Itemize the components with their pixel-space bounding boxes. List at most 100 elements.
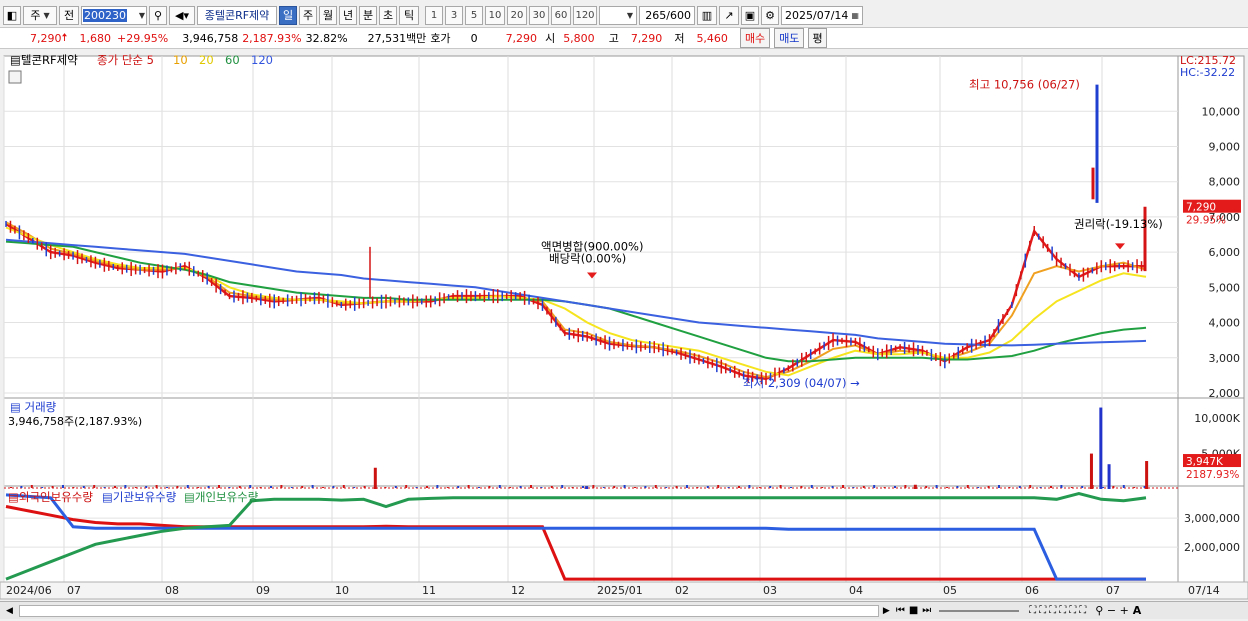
date-field[interactable]: 2025/07/14 ▦ [781, 5, 863, 25]
holdings-tick-label: 2,000,000 [1184, 541, 1240, 554]
period-year-button[interactable]: 년 [339, 5, 357, 25]
interval-10-button[interactable]: 10 [485, 5, 505, 25]
volume-bar [738, 486, 740, 488]
high-label: 고 [608, 32, 619, 45]
search-icon[interactable]: ⚲ [149, 5, 167, 25]
volume-bar [342, 485, 345, 488]
price-panel [3, 55, 1179, 401]
volume-value: 3,946,758 [182, 31, 239, 45]
volume-bar [769, 486, 772, 488]
volume-subtitle: 3,946,758주(2,187.93%) [8, 415, 142, 428]
prev-button[interactable]: 전 [59, 5, 79, 25]
volume-bar [62, 485, 64, 488]
scroll-left-icon[interactable]: ◀ [6, 606, 13, 616]
volume-pct: 2,187.93% [242, 31, 302, 45]
volume-bar [1018, 486, 1021, 488]
stop-icon[interactable]: ■ [909, 605, 918, 616]
indicator-icon[interactable]: ↗ [719, 5, 739, 25]
volume-bar [790, 487, 792, 488]
volume-bar [82, 486, 85, 488]
volume-spike [1089, 453, 1093, 489]
volume-tag-value: 3,947K [1186, 456, 1224, 468]
volume-bar [270, 486, 272, 488]
price-tag-value: 7,290 [1186, 202, 1216, 214]
interval-20-button[interactable]: 20 [507, 5, 527, 25]
price-tick-label: 10,000 [1202, 105, 1241, 118]
legend-item: 종가 단순 5 [97, 53, 154, 67]
scroll-right-icon[interactable]: ▶ [883, 606, 890, 616]
volume-bar [41, 487, 44, 488]
stock-chart[interactable]: 10,0009,0008,0007,0006,0005,0004,0003,00… [0, 52, 1248, 605]
data-count-value: 265 [645, 8, 667, 22]
volume-bar [821, 487, 824, 488]
stock-name: 텔콘RF제약 [214, 9, 270, 22]
volume-bar [852, 487, 855, 488]
volume-bar [977, 487, 980, 488]
volume-bar [946, 487, 948, 488]
volume-bar [800, 486, 803, 488]
tool-icons[interactable]: ⛶⛶⛶⛶⛶⛶ [1029, 605, 1089, 616]
volume-bar [405, 485, 408, 488]
market-label: 주 [30, 9, 41, 22]
date-value: 2025/07/14 [785, 8, 849, 22]
volume-bar [935, 485, 938, 488]
up-arrow-icon: 🠅 [61, 30, 68, 44]
x-tick-label: 07 [67, 584, 81, 597]
scroll-track[interactable] [18, 604, 879, 617]
gear-icon[interactable]: ⚙ [761, 5, 779, 25]
rewind-icon[interactable]: ⏮ [896, 605, 905, 616]
interval-3-button[interactable]: 3 [445, 5, 463, 25]
speaker-icon[interactable]: ◀▾ [169, 5, 195, 25]
screen-menu-icon[interactable]: ◧ [3, 5, 21, 25]
volume-bar [1039, 487, 1042, 488]
save-icon[interactable]: ▣ [741, 5, 759, 25]
period-week-button[interactable]: 주 [299, 5, 317, 25]
stock-code-input[interactable]: 200230 ▼ [81, 5, 147, 25]
data-count-field[interactable]: 265/600 [639, 5, 695, 25]
low-price: 5,460 [696, 31, 728, 45]
interval-5-button[interactable]: 5 [465, 5, 483, 25]
average-button[interactable]: 평 [808, 28, 827, 48]
calendar-icon[interactable]: ▦ [851, 11, 859, 20]
sell-button[interactable]: 매도 [774, 28, 805, 48]
trade-amount: 27,531백만 [367, 32, 427, 45]
chevron-down-icon: ▼ [43, 10, 50, 20]
price-tag-pct: 29.95% [1186, 215, 1226, 227]
chart-type-icon[interactable]: ▥ [697, 5, 717, 25]
period-day-button[interactable]: 일 [279, 5, 297, 25]
font-size-icon[interactable]: A [1133, 604, 1142, 617]
volume-bar [478, 487, 480, 488]
volume-bar [332, 486, 335, 488]
annotation-dividend: 배당락(0.00%) [549, 252, 626, 266]
forward-icon[interactable]: ⏭ [922, 605, 931, 616]
volume-bar [301, 486, 304, 488]
period-tick-button[interactable]: 틱 [399, 5, 419, 25]
stock-type-badge: 종 [204, 9, 215, 22]
interval-60-button[interactable]: 60 [551, 5, 571, 25]
volume-bar [488, 486, 491, 488]
volume-bar [436, 485, 439, 488]
legend-item: 20 [199, 53, 214, 67]
volume-bar [1122, 485, 1125, 488]
stock-name-field[interactable]: 종 텔콘RF제약 [197, 5, 277, 25]
market-select[interactable]: 주 ▼ [23, 5, 57, 25]
zoom-slider[interactable] [939, 609, 1020, 612]
interval-1-button[interactable]: 1 [425, 5, 443, 25]
volume-bar [353, 487, 356, 488]
volume-bar [1008, 487, 1011, 488]
volume-title: ▤ 거래량 [10, 400, 57, 414]
interval-custom-select[interactable]: ▼ [599, 5, 637, 25]
volume-bar [592, 485, 595, 488]
zoom-icon[interactable]: ⚲ − + [1095, 604, 1128, 617]
interval-120-button[interactable]: 120 [573, 5, 597, 25]
volume-bar [155, 485, 158, 488]
volume-bar [810, 485, 813, 488]
volume-bar [186, 485, 189, 488]
interval-30-button[interactable]: 30 [529, 5, 549, 25]
period-second-button[interactable]: 초 [379, 5, 397, 25]
chart-scroll-bar[interactable]: ◀ ▶ ⏮ ■ ⏭ ⛶⛶⛶⛶⛶⛶ ⚲ − + A [0, 601, 1248, 619]
period-month-button[interactable]: 월 [319, 5, 337, 25]
period-minute-button[interactable]: 분 [359, 5, 377, 25]
volume-bar [862, 486, 865, 488]
buy-button[interactable]: 매수 [739, 28, 771, 48]
